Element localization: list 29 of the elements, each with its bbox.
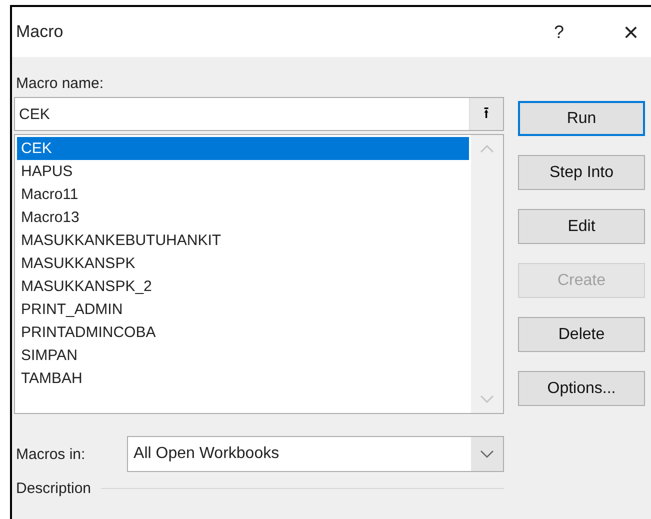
dialog-button[interactable]: Delete — [518, 317, 645, 352]
macro-list-item[interactable]: Macro11 — [17, 183, 469, 206]
description-label: Description — [15, 480, 92, 497]
scrollbar[interactable] — [471, 135, 503, 413]
collapse-button[interactable]: ⭱ — [469, 98, 503, 130]
help-button[interactable]: ? — [539, 20, 579, 44]
macro-list-item[interactable]: TAMBAH — [17, 367, 469, 390]
macros-in-dropdown[interactable]: All Open Workbooks — [126, 436, 504, 472]
macro-list-item[interactable]: SIMPAN — [17, 344, 469, 367]
macro-list-item[interactable]: MASUKKANKEBUTUHANKIT — [17, 229, 469, 252]
window-title: Macro — [16, 22, 64, 42]
macro-list-item[interactable]: MASUKKANSPK_2 — [17, 275, 469, 298]
dialog-button[interactable]: Edit — [518, 209, 645, 244]
macros-in-label: Macros in: — [15, 446, 86, 462]
macro-name-field[interactable]: CEK ⭱ — [14, 97, 504, 131]
scroll-down-icon[interactable] — [480, 395, 494, 403]
macro-list-item[interactable]: Macro13 — [17, 206, 469, 229]
scroll-up-icon[interactable] — [480, 145, 494, 153]
dialog-button[interactable]: Run — [518, 101, 645, 136]
macro-list-item[interactable]: CEK — [17, 137, 469, 160]
macro-name-label: Macro name: — [16, 75, 105, 92]
macro-list-item[interactable]: PRINTADMINCOBA — [17, 321, 469, 344]
dialog-button[interactable]: Step Into — [518, 155, 645, 190]
close-button[interactable]: × — [611, 16, 651, 48]
chevron-down-icon — [480, 450, 494, 458]
macro-list-item[interactable]: MASUKKANSPK — [17, 252, 469, 275]
dialog-button[interactable]: Options... — [518, 371, 645, 406]
macro-list-item[interactable]: PRINT_ADMIN — [17, 298, 469, 321]
macro-list-item[interactable]: HAPUS — [17, 160, 469, 183]
